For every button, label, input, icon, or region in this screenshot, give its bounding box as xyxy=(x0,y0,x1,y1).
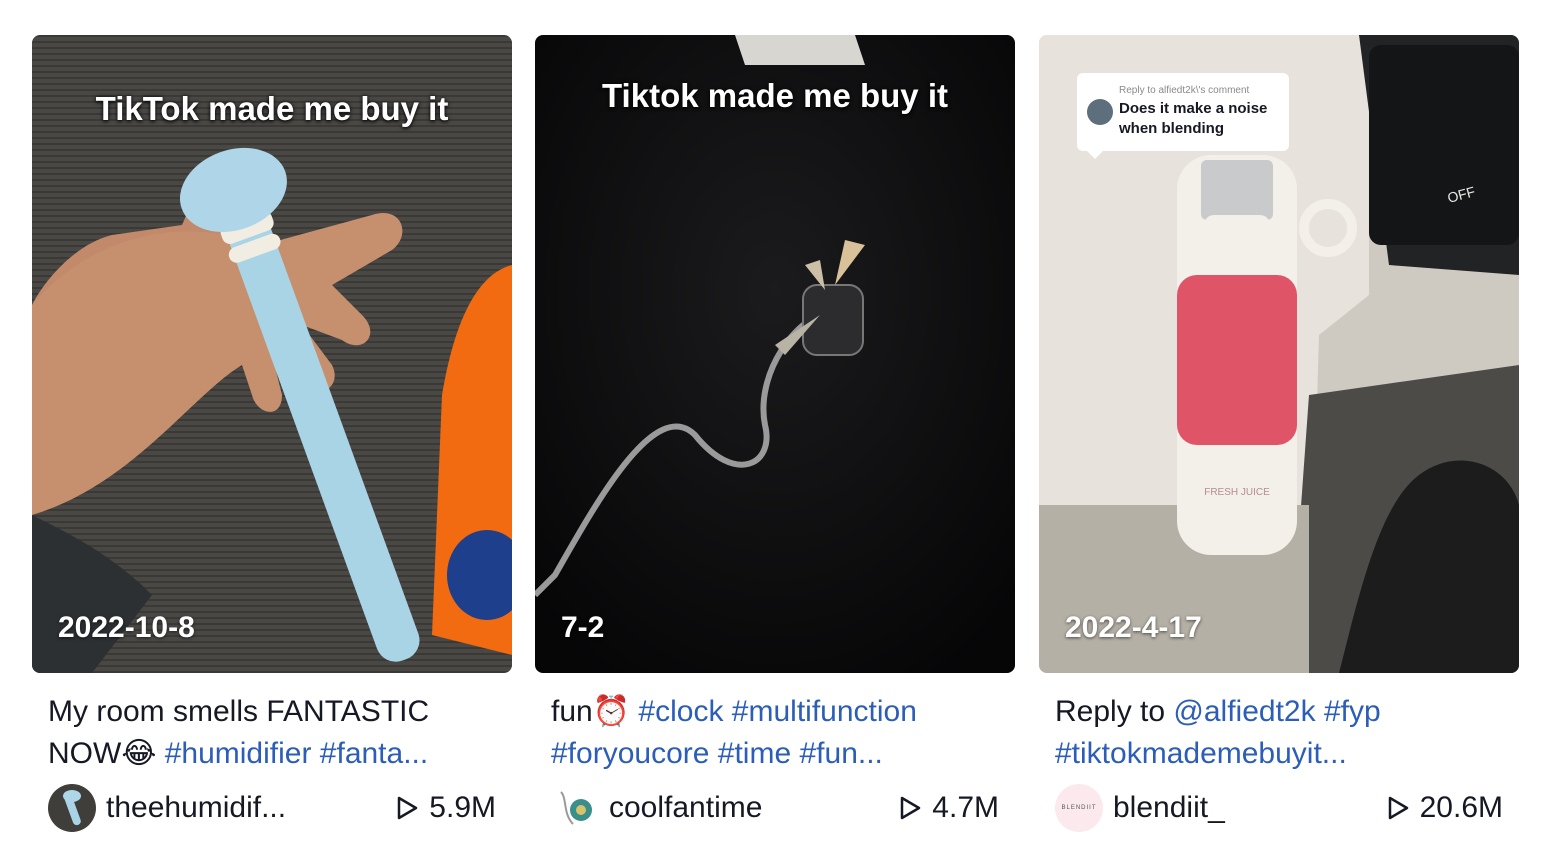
video-overlay-title: TikTok made me buy it xyxy=(95,90,449,127)
hashtag-link[interactable]: #time xyxy=(718,737,791,770)
bottle-label: FRESH JUICE xyxy=(1204,487,1270,498)
video-meta: coolfantime 4.7M xyxy=(551,783,999,833)
avatar-wordmark: BLENDIIT xyxy=(1061,805,1097,811)
video-meta: theehumidif... 5.9M xyxy=(48,783,496,833)
play-icon xyxy=(1388,796,1408,820)
author-name[interactable]: coolfantime xyxy=(609,791,819,825)
video-meta: BLENDIIT blendiit_ 20.6M xyxy=(1055,783,1503,833)
blendiit-avatar-icon[interactable]: BLENDIIT xyxy=(1055,784,1103,832)
video-thumbnail[interactable]: OFF FRESH JUICE Reply to alfiedt2k\'s co… xyxy=(1039,35,1519,673)
hashtag-link[interactable]: #fanta... xyxy=(320,737,428,770)
video-card[interactable]: Tiktok made me buy it 7-2 fun⏰ #clock #m… xyxy=(535,35,1015,833)
video-thumbnail[interactable]: Tiktok made me buy it 7-2 xyxy=(535,35,1015,673)
view-count: 20.6M xyxy=(1386,791,1503,825)
play-icon xyxy=(901,796,921,820)
views-label: 20.6M xyxy=(1419,791,1503,824)
play-icon xyxy=(398,796,418,820)
caption-text: Reply to xyxy=(1055,695,1174,728)
author-name[interactable]: blendiit_ xyxy=(1113,791,1323,825)
humidifier-image xyxy=(32,35,512,673)
video-overlay-title: Tiktok made me buy it xyxy=(602,77,948,114)
video-date: 7-2 xyxy=(561,611,605,644)
views-label: 4.7M xyxy=(932,791,999,824)
hashtag-link[interactable]: #fun... xyxy=(799,737,882,770)
comment-reply-bubble: Reply to alfiedt2k\'s comment Does it ma… xyxy=(1077,73,1289,159)
hashtag-link[interactable]: #clock xyxy=(638,695,723,728)
humidifier-avatar-icon[interactable] xyxy=(48,784,96,832)
video-card[interactable]: OFF FRESH JUICE Reply to alfiedt2k\'s co… xyxy=(1039,35,1519,833)
video-caption: Reply to @alfiedt2k #fyp #tiktokmademebu… xyxy=(1055,691,1503,775)
video-card[interactable]: TikTok made me buy it 2022-10-8 My room … xyxy=(32,35,512,833)
reply-comment-text: Does it make a noise when blending xyxy=(1119,100,1268,137)
view-count: 5.9M xyxy=(395,791,496,825)
view-count: 4.7M xyxy=(898,791,999,825)
hashtag-link[interactable]: #foryoucore xyxy=(551,737,709,770)
hashtag-link[interactable]: #humidifier xyxy=(165,737,312,770)
video-date: 2022-10-8 xyxy=(58,611,195,644)
commenter-avatar xyxy=(1087,99,1113,125)
hashtag-link[interactable]: #fyp xyxy=(1324,695,1381,728)
video-date: 2022-4-17 xyxy=(1065,611,1202,644)
author-name[interactable]: theehumidif... xyxy=(106,791,316,825)
fan-avatar-icon[interactable] xyxy=(551,784,599,832)
hashtag-link[interactable]: #tiktokmademebuyit... xyxy=(1055,737,1347,770)
video-caption: My room smells FANTASTIC NOW😂 #humidifie… xyxy=(48,691,496,775)
hashtag-link[interactable]: #multifunction xyxy=(732,695,917,728)
reply-to-label: Reply to alfiedt2k\'s comment xyxy=(1119,85,1250,96)
video-thumbnail[interactable]: TikTok made me buy it 2022-10-8 xyxy=(32,35,512,673)
mention-link[interactable]: @alfiedt2k xyxy=(1173,695,1315,728)
mini-fan-image xyxy=(535,35,1015,673)
caption-text: fun⏰ xyxy=(551,695,639,728)
video-caption: fun⏰ #clock #multifunction #foryoucore #… xyxy=(551,691,999,775)
views-label: 5.9M xyxy=(429,791,496,824)
